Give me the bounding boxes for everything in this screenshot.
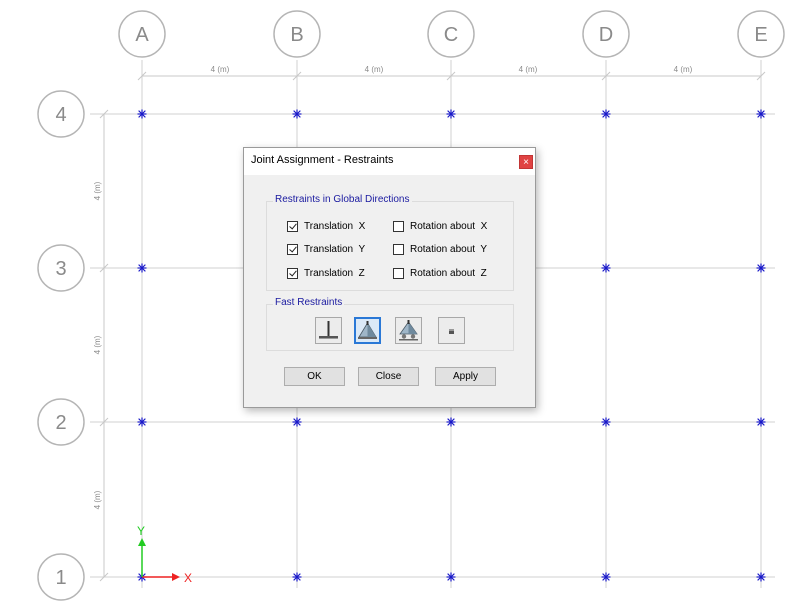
rotation-z-checkbox[interactable]: Rotation about Z	[393, 266, 487, 280]
grid-bubble-col-c[interactable]: C	[427, 10, 475, 58]
joint-marker[interactable]	[292, 417, 302, 427]
grid-bubble-col-b[interactable]: B	[273, 10, 321, 58]
global-directions-group-title: Restraints in Global Directions	[273, 194, 412, 205]
joint-marker[interactable]	[601, 417, 611, 427]
ok-button[interactable]: OK	[284, 367, 345, 386]
joint-marker[interactable]	[137, 417, 147, 427]
grid-bubble-col-e[interactable]: E	[737, 10, 785, 58]
joint-marker[interactable]	[601, 263, 611, 273]
joint-marker[interactable]	[292, 572, 302, 582]
dimension-label-cd: 4 (m)	[519, 65, 538, 74]
dimension-label-32: 4 (m)	[93, 335, 102, 354]
checkbox-box[interactable]	[287, 267, 298, 279]
fixed-support-icon	[319, 321, 338, 339]
checkbox-box[interactable]	[287, 243, 298, 255]
translation-y-label: Translation Y	[304, 243, 366, 255]
rotation-x-checkbox[interactable]: Rotation about X	[393, 219, 487, 233]
fast-restraints-group: Fast Restraints	[266, 297, 514, 351]
grid-bubble-label: B	[290, 24, 303, 46]
grid-bubble-label: 4	[55, 104, 66, 126]
grid-bubble-row-4[interactable]: 4	[37, 90, 85, 138]
grid-bubble-col-d[interactable]: D	[582, 10, 630, 58]
joint-marker[interactable]	[601, 572, 611, 582]
joint-marker[interactable]	[756, 263, 766, 273]
pinned-support-button[interactable]	[354, 317, 381, 344]
dimension-label-bc: 4 (m)	[365, 65, 384, 74]
fixed-support-button[interactable]	[315, 317, 342, 344]
close-icon[interactable]: ×	[519, 155, 533, 169]
dimension-label-de: 4 (m)	[674, 65, 693, 74]
joint-marker[interactable]	[756, 109, 766, 119]
close-button[interactable]: Close	[358, 367, 419, 386]
grid-bubble-row-1[interactable]: 1	[37, 553, 85, 601]
axes-indicator: X Y	[137, 524, 192, 585]
translation-z-checkbox[interactable]: Translation Z	[287, 266, 365, 280]
checkbox-box[interactable]	[393, 243, 404, 255]
rotation-y-checkbox[interactable]: Rotation about Y	[393, 242, 487, 256]
restraints-dialog[interactable]: Joint Assignment - Restraints × Restrain…	[243, 147, 536, 408]
joint-marker[interactable]	[756, 572, 766, 582]
grid-bubble-label: A	[135, 24, 149, 46]
y-axis-label: Y	[137, 524, 145, 538]
grid-bubble-label: 3	[55, 258, 66, 280]
pinned-support-icon	[358, 321, 377, 339]
translation-x-checkbox[interactable]: Translation X	[287, 219, 365, 233]
dimension-label-ab: 4 (m)	[211, 65, 230, 74]
rotation-y-label: Rotation about Y	[410, 243, 488, 255]
joint-marker[interactable]	[292, 109, 302, 119]
grid-bubble-label: 2	[55, 412, 66, 434]
dimension-label-43: 4 (m)	[93, 181, 102, 200]
joint-marker[interactable]	[446, 417, 456, 427]
grid-bubble-row-2[interactable]: 2	[37, 398, 85, 446]
global-directions-group: Restraints in Global Directions Translat…	[266, 194, 514, 291]
translation-y-checkbox[interactable]: Translation Y	[287, 242, 365, 256]
x-axis-label: X	[184, 571, 192, 585]
joint-marker[interactable]	[756, 417, 766, 427]
checkbox-box[interactable]	[393, 267, 404, 279]
free-joint-button[interactable]	[438, 317, 465, 344]
rotation-x-label: Rotation about X	[410, 220, 488, 232]
dialog-title: Joint Assignment - Restraints	[251, 154, 394, 166]
fast-restraints-group-title: Fast Restraints	[273, 297, 345, 308]
grid-bubble-label: D	[599, 24, 613, 46]
grid-bubble-label: E	[754, 24, 767, 46]
joint-marker[interactable]	[137, 109, 147, 119]
joint-marker[interactable]	[446, 109, 456, 119]
translation-z-label: Translation Z	[304, 267, 365, 279]
joint-marker[interactable]	[446, 572, 456, 582]
x-axis-arrowhead	[172, 573, 180, 581]
dimension-label-21: 4 (m)	[93, 490, 102, 509]
apply-button[interactable]: Apply	[435, 367, 496, 386]
grid-bubble-label: C	[444, 24, 458, 46]
roller-support-icon	[399, 320, 418, 341]
free-joint-icon	[449, 329, 454, 334]
joint-marker[interactable]	[137, 263, 147, 273]
dialog-titlebar[interactable]: Joint Assignment - Restraints ×	[244, 148, 535, 175]
grid-bubble-row-3[interactable]: 3	[37, 244, 85, 292]
grid-bubble-col-a[interactable]: A	[118, 10, 166, 58]
y-axis-arrowhead	[138, 538, 146, 546]
joint-marker[interactable]	[601, 109, 611, 119]
rotation-z-label: Rotation about Z	[410, 267, 487, 279]
checkbox-box[interactable]	[287, 220, 298, 232]
checkbox-box[interactable]	[393, 220, 404, 232]
grid-bubble-label: 1	[55, 567, 66, 589]
translation-x-label: Translation X	[304, 220, 366, 232]
roller-support-button[interactable]	[395, 317, 422, 344]
